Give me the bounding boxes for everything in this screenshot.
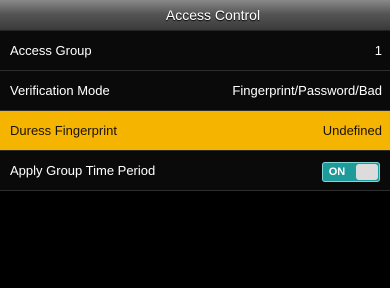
empty-area [0, 224, 390, 288]
menu-item-value: Fingerprint/Password/Bad [232, 83, 382, 98]
menu-item-label: Access Group [10, 43, 92, 58]
menu-item-value: Undefined [322, 123, 382, 138]
apply-group-time-period-toggle[interactable]: ON [322, 162, 380, 182]
toggle-state-label: ON [328, 166, 346, 178]
access-control-screen: Access Control Access Group 1 Verificati… [0, 0, 390, 288]
page-title: Access Control [165, 7, 261, 23]
menu-item-label: Duress Fingerprint [10, 123, 117, 138]
menu-item-value: 1 [374, 43, 382, 58]
title-bar: Access Control [0, 0, 390, 31]
menu-item-label: Apply Group Time Period [10, 163, 156, 178]
toggle-knob [356, 164, 378, 180]
menu-item-duress-fingerprint[interactable]: Duress Fingerprint Undefined [0, 111, 390, 151]
menu-item-label: Verification Mode [10, 83, 110, 98]
menu-item-access-group[interactable]: Access Group 1 [0, 31, 390, 71]
menu-item-verification-mode[interactable]: Verification Mode Fingerprint/Password/B… [0, 71, 390, 111]
menu-item-apply-group-time-period[interactable]: Apply Group Time Period ON [0, 151, 390, 191]
settings-list: Access Group 1 Verification Mode Fingerp… [0, 31, 390, 191]
